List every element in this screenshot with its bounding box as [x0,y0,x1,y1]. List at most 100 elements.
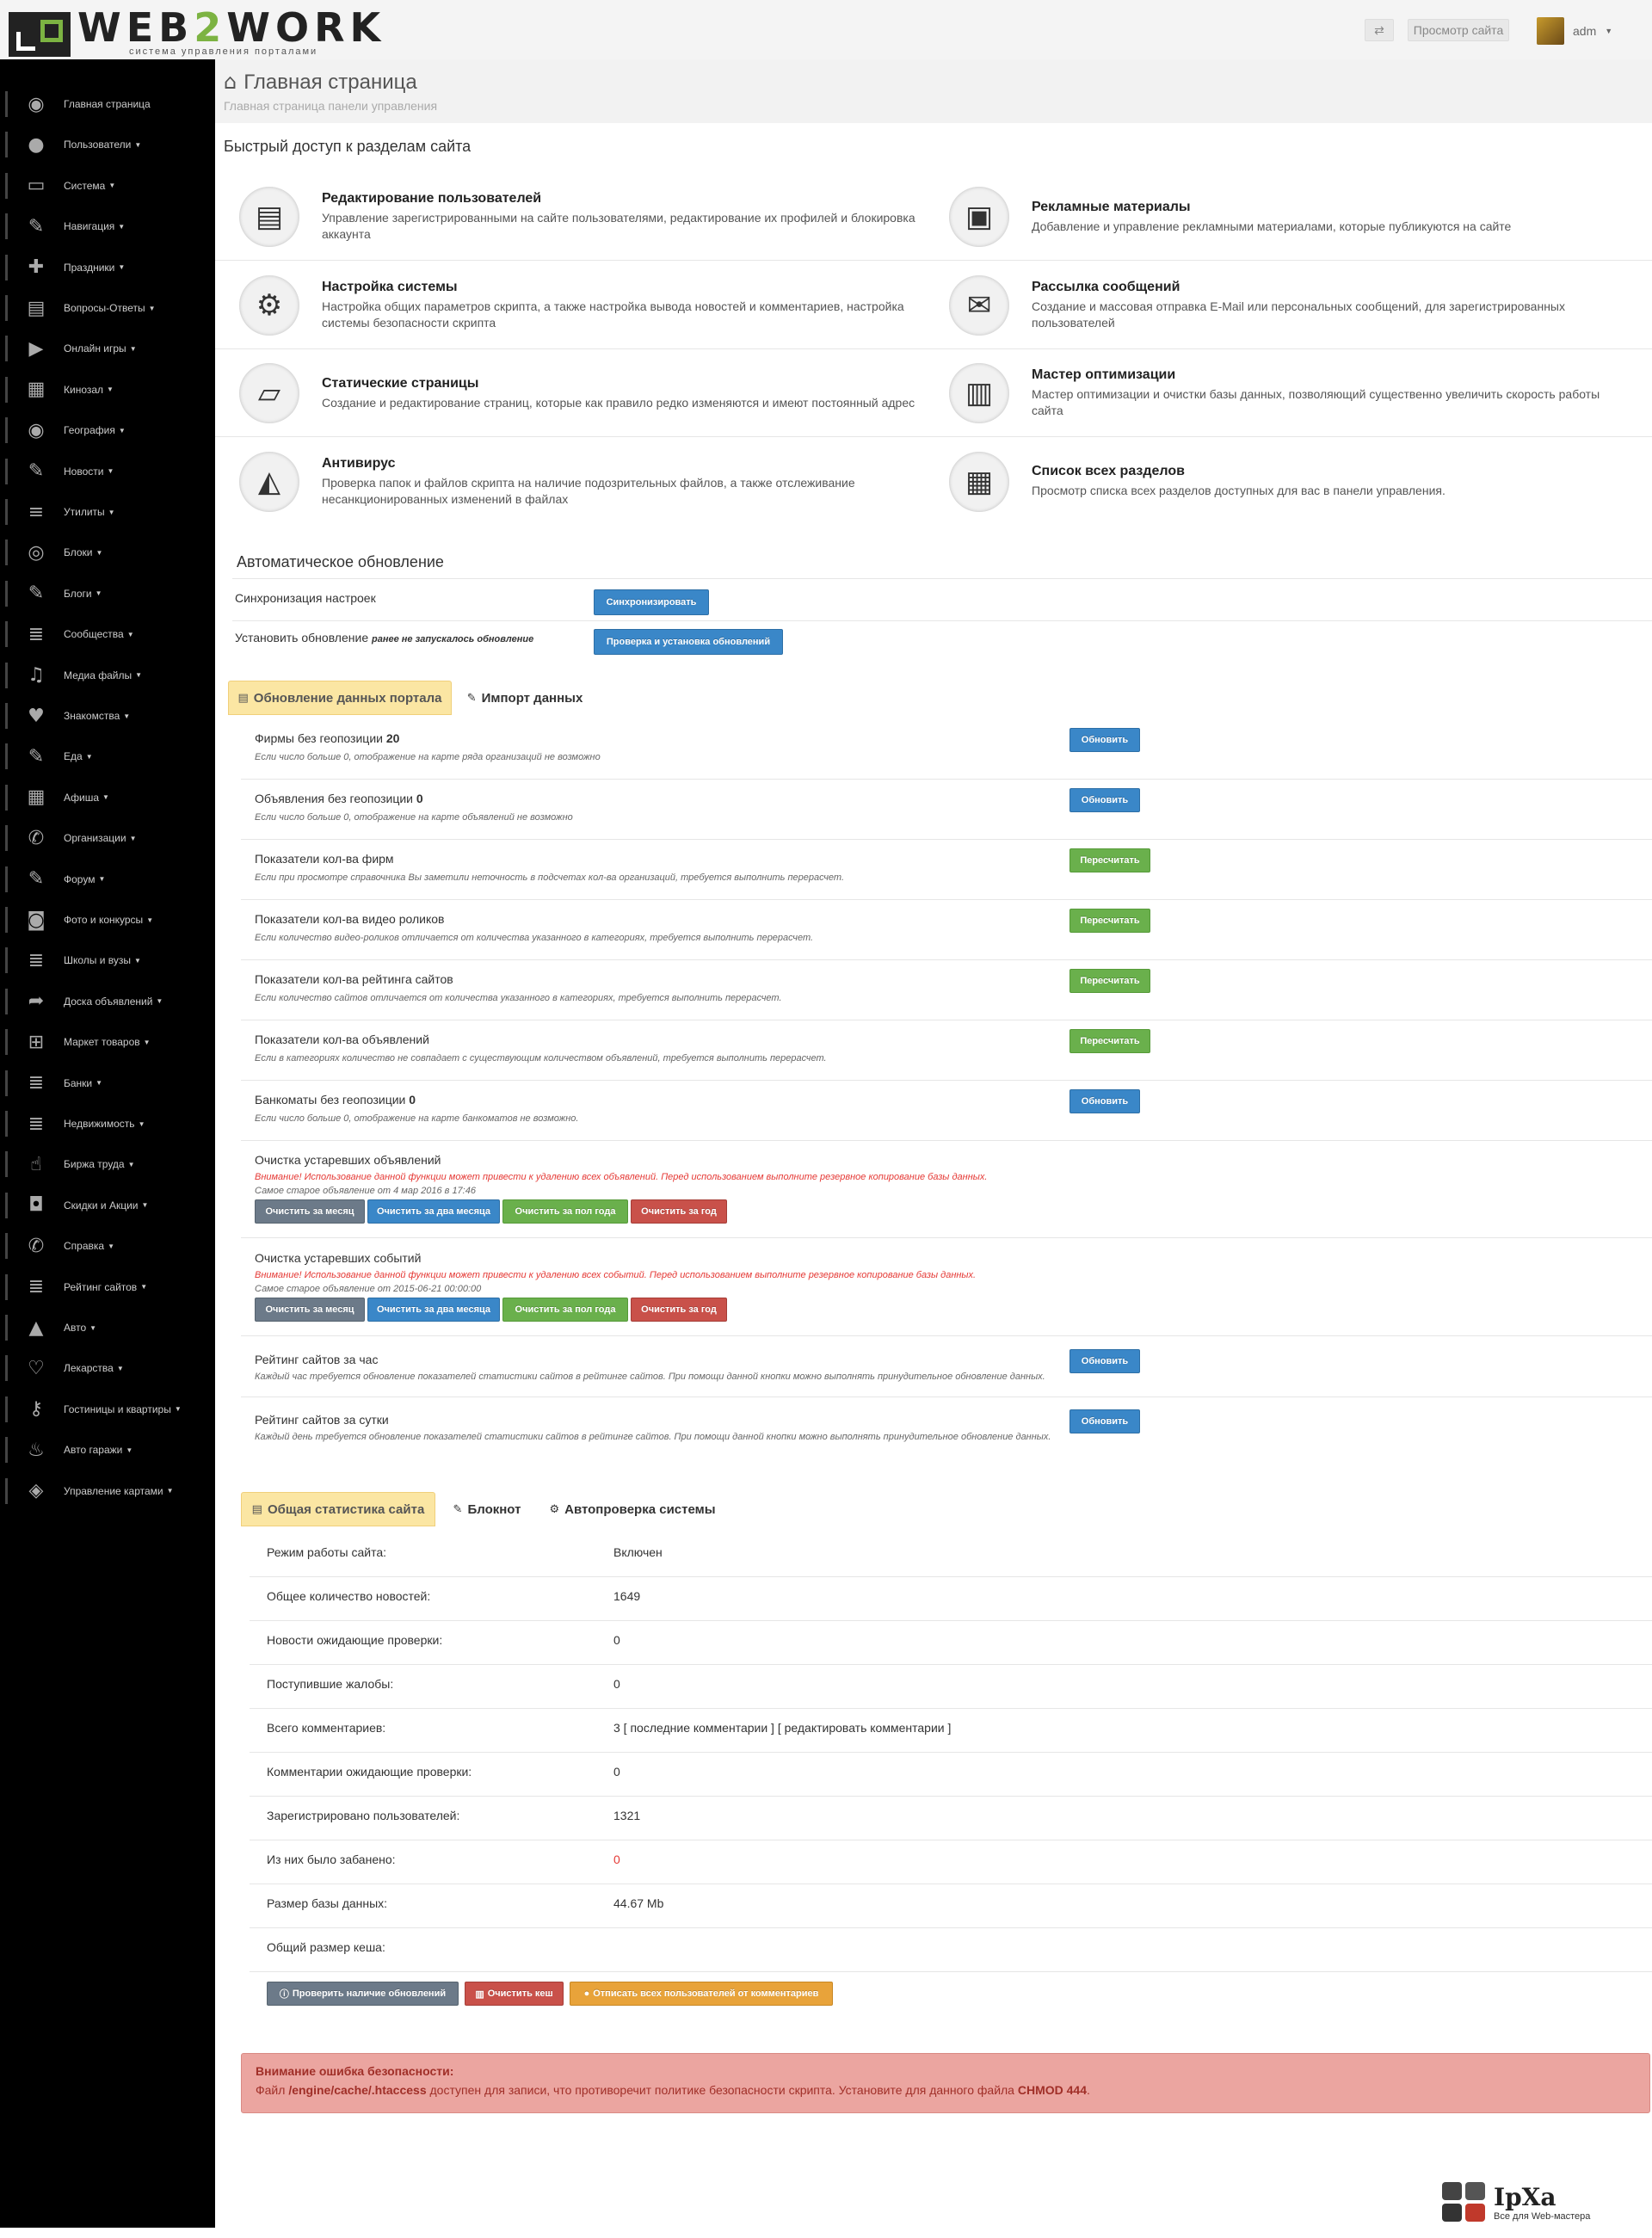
check-updates-button[interactable]: ⓘ Проверить наличие обновлений [267,1982,459,2006]
clear-half-year-button[interactable]: Очистить за пол года [502,1298,628,1322]
quick-access-item[interactable]: ⚙ Настройка системы Настройка общих параме… [215,262,925,348]
sidebar-item[interactable]: ◈ Управление картами ▼ [0,1471,215,1511]
sidebar-item[interactable]: ▶ Онлайн игры ▼ [0,329,215,368]
caret-down-icon: ▼ [156,997,163,1006]
tab-import-data[interactable]: ✎ Импорт данных [460,681,589,715]
sidebar-item[interactable]: ● Пользователи ▼ [0,125,215,164]
sidebar-item[interactable]: ✆ Организации ▼ [0,818,215,858]
tab-autocheck[interactable]: ⚙ Автопроверка системы [542,1492,723,1526]
quick-access-item[interactable]: ✉ Рассылка сообщений Создание и массовая о… [925,262,1652,348]
sidebar-item[interactable]: ◘ Скидки и Акции ▼ [0,1186,215,1225]
caret-down-icon: ▼ [141,1201,149,1210]
recalculate-button[interactable]: Пересчитать [1069,1029,1150,1053]
switch-icon[interactable]: ⇄ [1365,19,1394,41]
sidebar-item[interactable]: ♨ Авто гаражи ▼ [0,1430,215,1470]
refresh-button[interactable]: Обновить [1069,1349,1140,1373]
caret-down-icon: ▼ [126,630,134,638]
sidebar-item[interactable]: ◎ Блоки ▼ [0,533,215,572]
tab-portal-update[interactable]: ▤ Обновление данных портала [228,681,452,715]
sidebar-item[interactable]: ✎ Еда ▼ [0,737,215,776]
caret-down-icon: ▼ [95,589,102,598]
stat-value[interactable]: 3 [ последние комментарии ] [ редактиров… [613,1721,951,1735]
key-icon: ⚷ [28,1398,44,1421]
top-bar: WEB2WORK система управления порталами ⇄ … [0,0,1652,59]
install-update-button[interactable]: Проверка и установка обновлений [594,629,783,655]
sidebar-item[interactable]: ≣ Рейтинг сайтов ▼ [0,1267,215,1307]
sidebar-item[interactable]: ▭ Система ▼ [0,166,215,206]
sidebar-item[interactable]: ◉ География ▼ [0,410,215,450]
sidebar-item[interactable]: ➦ Доска объявлений ▼ [0,982,215,1021]
refresh-button[interactable]: Обновить [1069,788,1140,812]
sidebar-item[interactable]: ≣ Школы и вузы ▼ [0,940,215,980]
refresh-button[interactable]: Обновить [1069,1409,1140,1433]
clear-year-button[interactable]: Очистить за год [631,1298,727,1322]
logo[interactable]: WEB2WORK система управления порталами [9,8,385,57]
recalculate-button[interactable]: Пересчитать [1069,848,1150,872]
sidebar-item-label: Справка [64,1240,105,1253]
sidebar-item-label: Доска объявлений [64,995,153,1008]
sidebar: ◉ Главная страница ● Пользователи ▼ ▭ Система ▼… [0,59,215,2228]
view-site-button[interactable]: Просмотр сайта [1408,19,1509,41]
sidebar-item[interactable]: ▤ Вопросы-Ответы ▼ [0,288,215,328]
clear-year-button[interactable]: Очистить за год [631,1199,727,1224]
quick-access-item[interactable]: ◭ Антивирус Проверка папок и файлов скрипт… [215,439,925,525]
tab-notepad[interactable]: ✎ Блокнот [444,1492,530,1526]
sidebar-item[interactable]: ◙ Фото и конкурсы ▼ [0,900,215,940]
sidebar-item[interactable]: ⚷ Гостиницы и квартиры ▼ [0,1390,215,1429]
quick-access-item[interactable]: ▱ Статические страницы Создание и редактир… [215,350,925,436]
clear-half-year-button[interactable]: Очистить за пол года [502,1199,628,1224]
user-menu[interactable]: adm ▼ [1537,17,1612,45]
portal-row-title: Показатели кол-ва видео роликов [255,912,445,926]
sidebar-item[interactable]: ≣ Сообщества ▼ [0,614,215,654]
clear-month-button[interactable]: Очистить за месяц [255,1199,365,1224]
quick-access-item[interactable]: ▤ Редактирование пользователей Управление … [215,174,925,260]
watermark-subtitle: Все для Web-мастера [1494,2210,1591,2222]
sidebar-item[interactable]: ✎ Навигация ▼ [0,207,215,246]
clear-two-months-button[interactable]: Очистить за два месяца [367,1298,500,1322]
refresh-button[interactable]: Обновить [1069,728,1140,752]
sidebar-item[interactable]: ✎ Блоги ▼ [0,574,215,613]
table-icon: ▤ [251,1502,262,1516]
recalculate-button[interactable]: Пересчитать [1069,909,1150,933]
unsubscribe-comments-button[interactable]: ● Отписать всех пользователей от коммента… [570,1982,833,2006]
sidebar-item[interactable]: ▦ Кинозал ▼ [0,370,215,410]
caret-down-icon: ▼ [146,916,154,924]
sidebar-item[interactable]: ✎ Форум ▼ [0,860,215,899]
sidebar-item[interactable]: ✚ Праздники ▼ [0,248,215,287]
sidebar-item[interactable]: ≡ Утилиты ▼ [0,492,215,532]
caret-down-icon: ▼ [108,182,116,190]
sidebar-item-label: Навигация [64,220,115,233]
sidebar-item[interactable]: ▲ Авто ▼ [0,1308,215,1347]
sidebar-item[interactable]: ≣ Недвижимость ▼ [0,1104,215,1144]
clear-cache-button[interactable]: ▥ Очистить кеш [465,1982,564,2006]
sidebar-item[interactable]: ▦ Афиша ▼ [0,778,215,817]
quick-access-item[interactable]: ▣ Рекламные материалы Добавление и управле… [925,174,1652,260]
sidebar-item[interactable]: ♥ Знакомства ▼ [0,696,215,736]
clear-month-button[interactable]: Очистить за месяц [255,1298,365,1322]
sidebar-item[interactable]: ◉ Главная страница [0,84,215,124]
sidebar-item[interactable]: ♫ Медиа файлы ▼ [0,656,215,695]
cart-icon: ⊞ [28,1031,45,1053]
portal-row-note: Если число больше 0, отображение на карт… [255,752,601,762]
sidebar-item[interactable]: ≣ Банки ▼ [0,1064,215,1103]
globe-icon: ◉ [28,93,45,115]
sidebar-item[interactable]: ⊞ Маркет товаров ▼ [0,1022,215,1062]
recalculate-button[interactable]: Пересчитать [1069,969,1150,993]
tab-general-stats[interactable]: ▤ Общая статистика сайта [241,1492,435,1526]
quick-access-item[interactable]: ▥ Мастер оптимизации Мастер оптимизации и … [925,350,1652,436]
sidebar-item[interactable]: ☝ Биржа труда ▼ [0,1144,215,1184]
username: adm [1573,24,1597,38]
sync-button[interactable]: Синхронизировать [594,589,709,615]
caret-down-icon: ▼ [134,956,141,965]
caret-down-icon: ▼ [127,1160,135,1168]
refresh-button[interactable]: Обновить [1069,1089,1140,1113]
clear-two-months-button[interactable]: Очистить за два месяца [367,1199,500,1224]
portal-row-note: Если число больше 0, отображение на карт… [255,1113,579,1124]
quick-access-desc: Просмотр списка всех разделов доступных … [1032,484,1446,497]
sidebar-item[interactable]: ✆ Справка ▼ [0,1226,215,1266]
sidebar-item[interactable]: ♡ Лекарства ▼ [0,1348,215,1388]
eye-icon: ◎ [28,541,45,564]
sidebar-item[interactable]: ✎ Новости ▼ [0,452,215,491]
quick-access-item[interactable]: ▦ Список всех разделов Просмотр списка все… [925,439,1652,525]
pencil-icon: ✎ [28,745,45,768]
